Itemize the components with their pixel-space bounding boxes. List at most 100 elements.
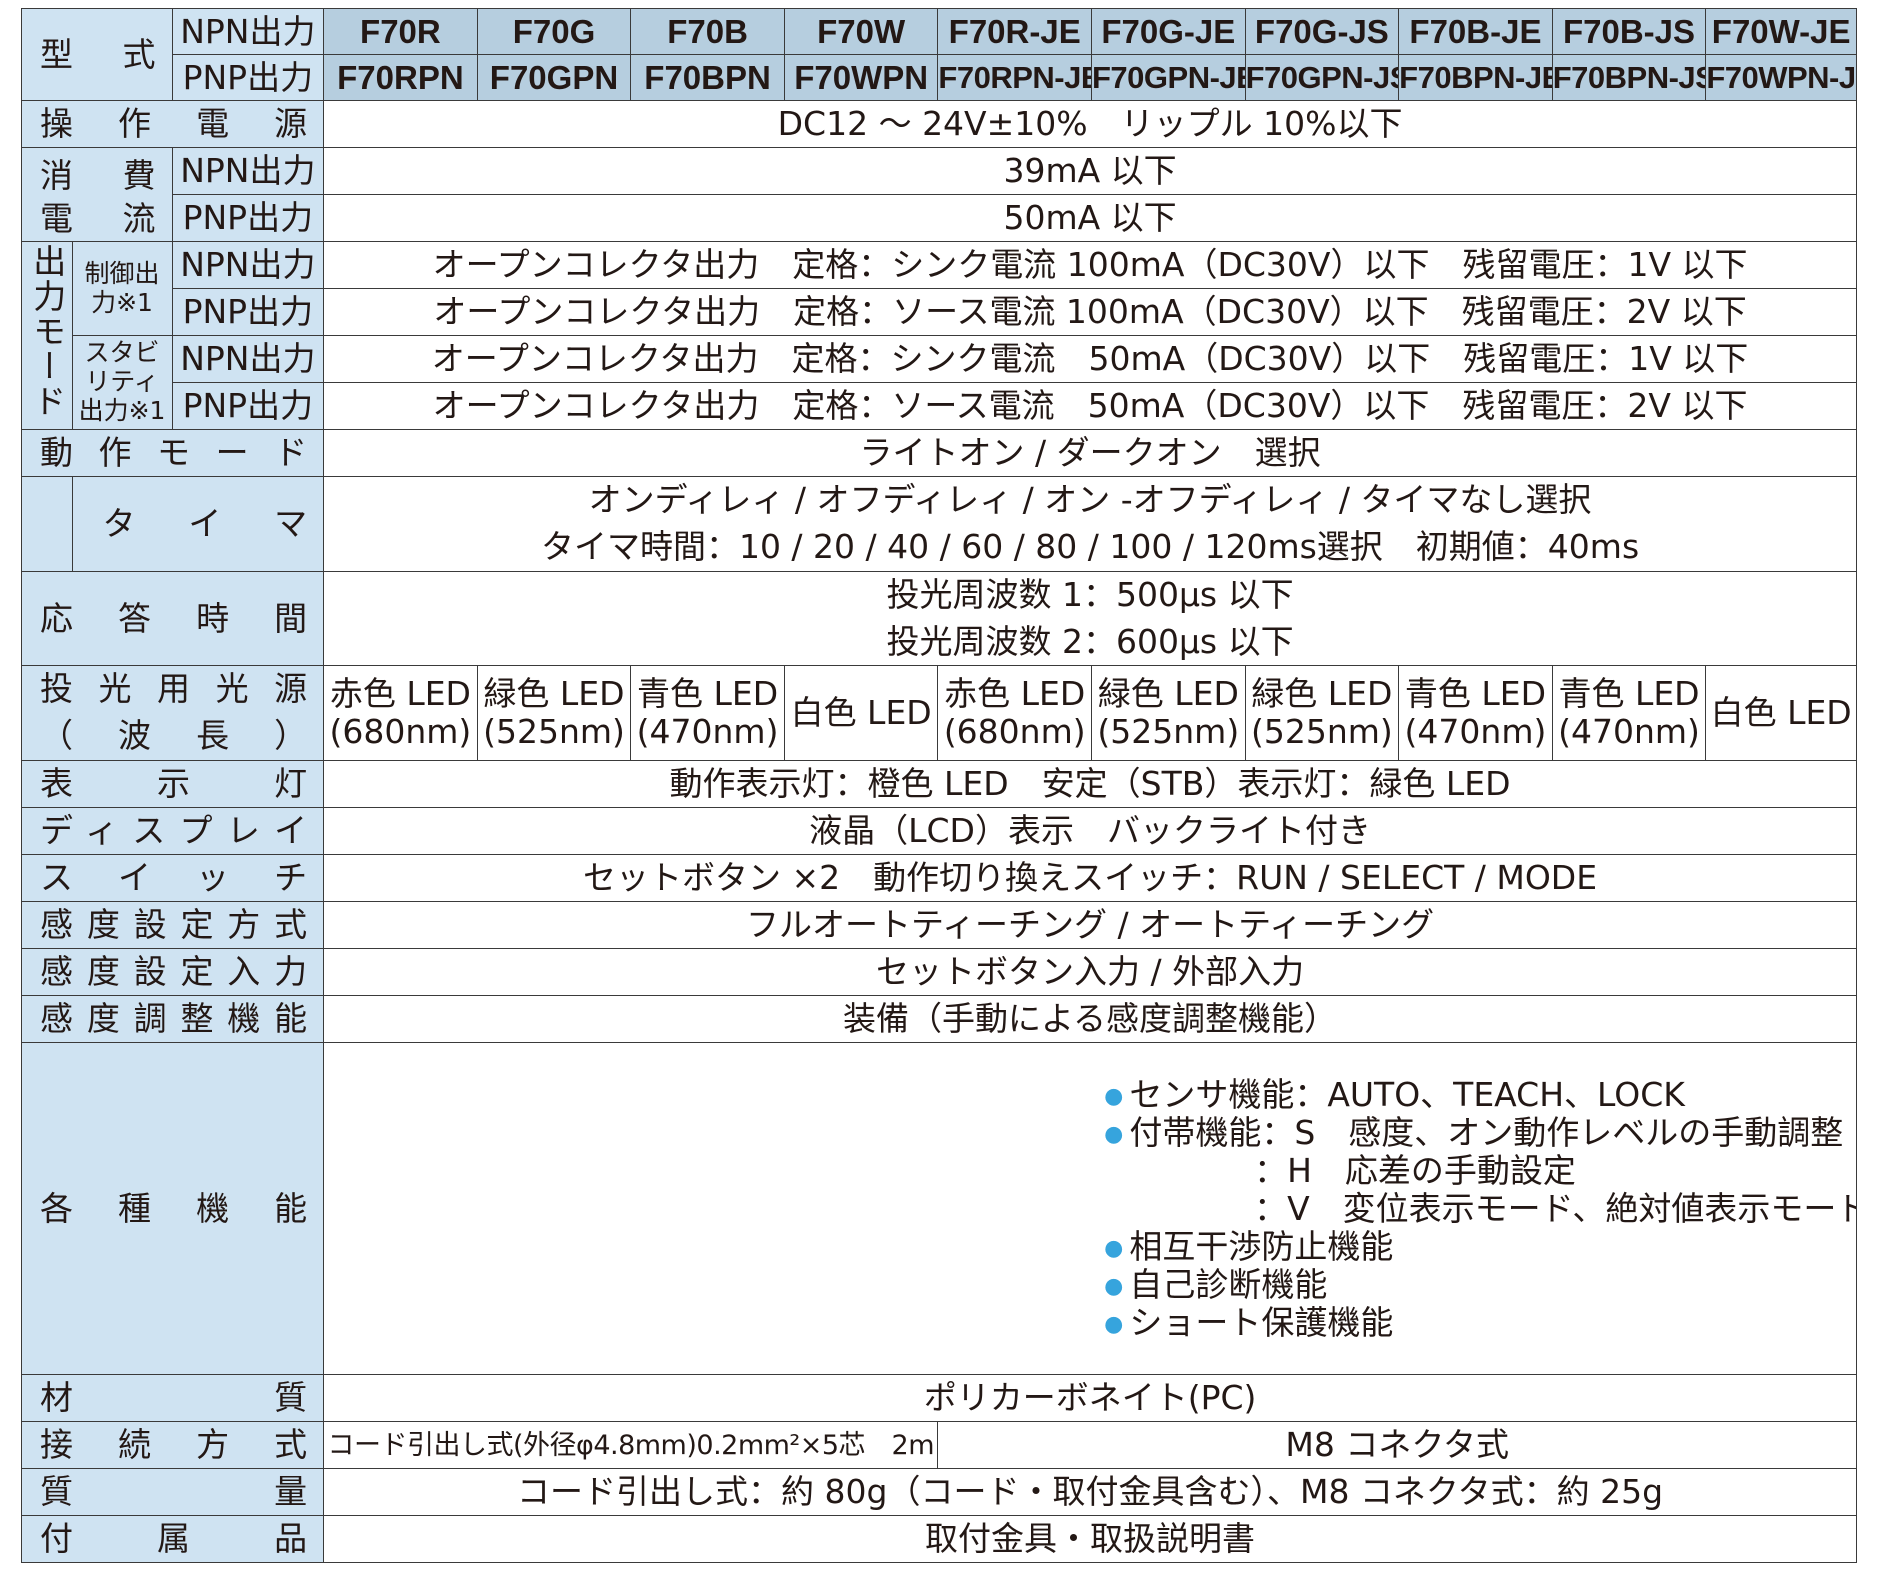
- spec-table: 型 式 NPN出力 F70R F70G F70B F70W F70R-JE F7…: [20, 8, 1857, 1564]
- led-cell: 赤色 LED (680nm): [323, 665, 478, 762]
- npn-model-cell: F70G-JS: [1244, 8, 1400, 55]
- timer-line: タイマ時間：10 / 20 / 40 / 60 / 80 / 100 / 120…: [540, 526, 1640, 566]
- function-item: ショート保護機能: [1104, 1303, 1855, 1342]
- npn-model-cell: F70B: [630, 8, 785, 55]
- accessories-value: 取付金具・取扱説明書: [323, 1515, 1857, 1564]
- indicator-value: 動作表示灯：橙色 LED 安定（STB）表示灯：緑色 LED: [323, 760, 1857, 809]
- pnp-output-label: PNP出力: [171, 54, 325, 101]
- response-time-value: 投光周波数 1：500μs 以下 投光周波数 2：600μs 以下: [323, 570, 1857, 667]
- led-cell: 緑色 LED (525nm): [1091, 665, 1246, 762]
- led-color: 青色 LED: [1558, 674, 1700, 714]
- sensitivity-input-value: セットボタン入力 / 外部入力: [323, 948, 1857, 997]
- led-color: 赤色 LED: [944, 674, 1086, 714]
- stability-output-label: スタビリティ出力※1: [71, 335, 173, 430]
- led-wavelength: (470nm): [1404, 712, 1547, 752]
- npn-model-cell: F70W: [783, 8, 939, 55]
- light-source-label: 投光用光源 （波長）: [20, 665, 325, 762]
- led-cell: 白色 LED: [1705, 665, 1857, 762]
- operation-mode-value: ライトオン / ダークオン 選択: [323, 429, 1857, 477]
- sensitivity-method-value: フルオートティーチング / オートティーチング: [323, 901, 1857, 950]
- consumption-label: 消費 電流: [21, 147, 173, 242]
- timer-label: タイマ: [71, 476, 325, 572]
- sensitivity-method-label: 感度設定方式: [20, 901, 325, 950]
- led-wavelength: (470nm): [1558, 712, 1700, 752]
- pnp-output-label: PNP出力: [171, 288, 325, 336]
- led-color: 緑色 LED: [1251, 674, 1393, 714]
- control-output-label: 制御出力※1: [71, 241, 173, 336]
- stability-npn-value: オープンコレクタ出力 定格：シンク電流 50mA（DC30V）以下 残留電圧：1…: [323, 335, 1857, 383]
- npn-model-cell: F70B-JE: [1398, 8, 1553, 55]
- led-color: 緑色 LED: [483, 674, 625, 714]
- pnp-model-cell: F70BPN-JS: [1551, 54, 1707, 101]
- pnp-model-cell: F70WPN-JE: [1705, 54, 1857, 101]
- functions-value: センサ機能：AUTO、TEACH、LOCK付帯機能：S 感度、オン動作レベルの手…: [323, 1042, 1857, 1376]
- function-item: 相互干渉防止機能: [1104, 1227, 1855, 1266]
- control-pnp-value: オープンコレクタ出力 定格：ソース電流 100mA（DC30V）以下 残留電圧：…: [323, 288, 1857, 336]
- led-color: 赤色 LED: [329, 674, 471, 714]
- display-value: 液晶（LCD）表示 バックライト付き: [323, 807, 1857, 856]
- connection-cord-value: コード引出し式(外径φ4.8mm)0.2mm²×5芯 2m: [323, 1421, 939, 1470]
- power-label: 操作電源: [20, 100, 325, 148]
- model-label: 型 式: [21, 8, 173, 101]
- weight-value: コード引出し式：約 80g（コード・取付金具含む）、M8 コネクタ式：約 25g: [323, 1468, 1857, 1517]
- pnp-model-cell: F70GPN: [476, 54, 632, 101]
- functions-label: 各種機能: [20, 1042, 325, 1376]
- led-color: 青色 LED: [1404, 674, 1547, 714]
- material-label: 材質: [20, 1374, 325, 1423]
- control-npn-value: オープンコレクタ出力 定格：シンク電流 100mA（DC30V）以下 残留電圧：…: [323, 241, 1857, 289]
- led-wavelength: (525nm): [483, 712, 625, 752]
- function-subitem: ：V 変位表示モード、絶対値表示モード: [1254, 1188, 1857, 1228]
- npn-model-cell: F70G: [476, 8, 632, 55]
- led-wavelength: (525nm): [1097, 712, 1240, 752]
- consumption-label-line: 消費: [40, 155, 156, 195]
- npn-output-label: NPN出力: [171, 241, 325, 289]
- timer-line: オンディレィ / オフディレィ / オン -オフディレィ / タイマなし選択: [588, 480, 1592, 519]
- stability-pnp-value: オープンコレクタ出力 定格：ソース電流 50mA（DC30V）以下 残留電圧：2…: [323, 382, 1857, 430]
- npn-model-cell: F70G-JE: [1091, 8, 1246, 55]
- npn-model-cell: F70R-JE: [937, 8, 1092, 55]
- led-color: 青色 LED: [636, 674, 779, 714]
- npn-model-cell: F70R: [323, 8, 478, 55]
- function-item: 付帯機能：S 感度、オン動作レベルの手動調整: [1104, 1113, 1855, 1152]
- response-time-label: 応答時間: [20, 570, 325, 667]
- connection-m8-value: M8 コネクタ式: [937, 1421, 1857, 1470]
- operation-mode-label: 動作モード: [20, 429, 325, 477]
- led-color: 白色 LED: [790, 693, 932, 733]
- pnp-model-cell: F70WPN: [783, 54, 939, 101]
- led-wavelength: (680nm): [329, 712, 472, 752]
- pnp-model-cell: F70RPN-JE: [937, 54, 1092, 101]
- power-value: DC12 ～ 24V±10% リップル 10%以下: [323, 100, 1857, 148]
- led-cell: 緑色 LED (525nm): [1244, 665, 1400, 762]
- material-value: ポリカーボネイト(PC): [323, 1374, 1857, 1423]
- pnp-model-cell: F70BPN-JE: [1398, 54, 1553, 101]
- led-cell: 緑色 LED (525nm): [476, 665, 632, 762]
- pnp-model-cell: F70GPN-JE: [1091, 54, 1246, 101]
- indicator-label: 表示灯: [20, 760, 325, 809]
- npn-output-label: NPN出力: [171, 335, 325, 383]
- weight-label: 質量: [20, 1468, 325, 1517]
- led-cell: 青色 LED (470nm): [1551, 665, 1707, 762]
- pnp-model-cell: F70BPN: [630, 54, 785, 101]
- pnp-model-cell: F70RPN: [323, 54, 478, 101]
- connection-label: 接続方式: [20, 1421, 325, 1470]
- npn-consumption-value: 39mA 以下: [323, 147, 1857, 195]
- sensitivity-adjust-value: 装備（手動による感度調整機能）: [323, 995, 1857, 1044]
- pnp-output-label: PNP出力: [171, 382, 325, 430]
- light-source-label-line: （波長）: [40, 716, 308, 756]
- output-mode-label: 出力モード: [21, 241, 73, 430]
- led-wavelength: (470nm): [636, 712, 779, 752]
- pnp-consumption-value: 50mA 以下: [323, 194, 1857, 242]
- led-cell: 白色 LED: [783, 665, 939, 762]
- pnp-model-cell: F70GPN-JS: [1244, 54, 1400, 101]
- led-cell: 赤色 LED (680nm): [937, 665, 1092, 762]
- response-line: 投光周波数 1：500μs 以下: [886, 574, 1294, 614]
- switch-value: セットボタン ×2 動作切り換えスイッチ：RUN / SELECT / MODE: [323, 854, 1857, 903]
- pnp-output-label: PNP出力: [171, 194, 325, 242]
- consumption-label-line: 電流: [40, 198, 156, 238]
- switch-label: スイッチ: [20, 854, 325, 903]
- timer-value: オンディレィ / オフディレィ / オン -オフディレィ / タイマなし選択 タ…: [323, 476, 1857, 572]
- npn-output-label: NPN出力: [171, 8, 325, 55]
- led-color: 白色 LED: [1710, 693, 1852, 733]
- led-cell: 青色 LED (470nm): [1398, 665, 1553, 762]
- function-item: 自己診断機能: [1104, 1265, 1855, 1304]
